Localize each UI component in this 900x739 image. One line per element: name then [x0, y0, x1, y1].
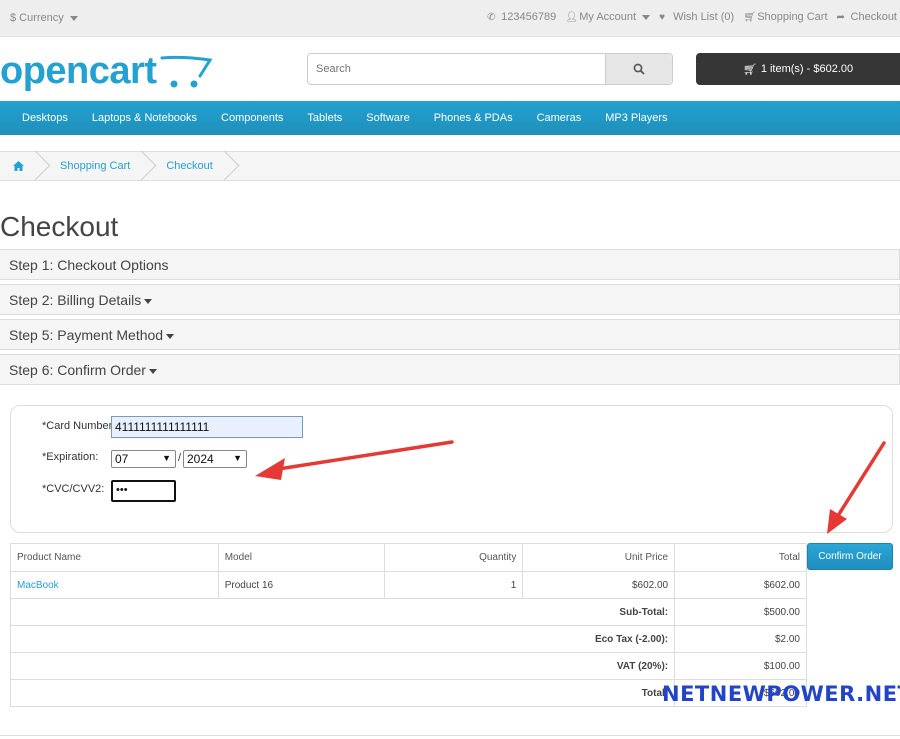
watermark: NETNEWPOWER.NET [662, 682, 900, 706]
phone-icon: ✆ [487, 11, 496, 23]
step-payment-method[interactable]: Step 5: Payment Method [0, 319, 900, 350]
top-bar: $ Currency ✆ 123456789 👤︎ My Account ♥ Wish… [0, 0, 900, 37]
expiration-separator: / [178, 452, 182, 464]
share-icon: ➦ [836, 11, 845, 23]
product-model: Product 16 [217, 571, 385, 599]
month-value: 07 [115, 452, 129, 466]
cart-button-label: 1 item(s) - $602.00 [760, 63, 854, 75]
search-box [307, 53, 673, 85]
search-button[interactable] [605, 54, 672, 84]
shopping-cart-link[interactable]: 🛒︎ Shopping Cart [743, 11, 827, 23]
col-quantity: Quantity [383, 543, 524, 572]
step-label: Step 6: Confirm Order [9, 362, 146, 378]
cart-icon: 🛒︎ [742, 63, 757, 76]
chevron-down-icon [148, 368, 157, 374]
breadcrumb-home[interactable] [0, 151, 38, 181]
step-label: Step 5: Payment Method [9, 327, 164, 343]
breadcrumb-shopping-cart[interactable]: Shopping Cart [38, 151, 144, 181]
col-total: Total [674, 543, 807, 572]
chevron-down-icon: ▼ [162, 453, 171, 463]
chevron-down-icon [166, 333, 175, 339]
totals-row: Sub-Total: $500.00 [9, 598, 807, 626]
product-price: $602.00 [522, 571, 676, 599]
vat-value: $100.00 [674, 652, 807, 680]
totals-row: Eco Tax (-2.00): $2.00 [9, 625, 807, 653]
expiration-year-select[interactable]: 2024 ▼ [183, 450, 247, 468]
subtotal-label: Sub-Total: [9, 598, 676, 626]
heart-icon: ♥ [659, 11, 665, 23]
currency-label: $ Currency [10, 12, 64, 24]
chevron-down-icon [642, 14, 651, 20]
menu-item-desktops[interactable]: Desktops [10, 101, 80, 134]
table-row: MacBook Product 16 1 $602.00 $602.00 [10, 571, 807, 599]
logo-cart-icon [160, 55, 212, 88]
chevron-down-icon [144, 298, 153, 304]
step-label: Step 1: Checkout Options [9, 257, 169, 273]
step-billing-details[interactable]: Step 2: Billing Details [0, 284, 900, 315]
step-checkout-options[interactable]: Step 1: Checkout Options [0, 249, 900, 280]
divider [0, 735, 900, 736]
subtotal-value: $500.00 [674, 598, 807, 626]
logo-text: opencart [0, 50, 157, 92]
step-label: Step 2: Billing Details [9, 292, 142, 308]
product-link[interactable]: MacBook [10, 571, 219, 599]
wishlist-link[interactable]: ♥ Wish List (0) [659, 11, 734, 23]
vat-label: VAT (20%): [9, 652, 676, 680]
search-input[interactable] [308, 54, 605, 84]
cart-label: Shopping Cart [757, 11, 828, 23]
total-label: Total: [9, 679, 676, 707]
year-value: 2024 [187, 452, 214, 466]
card-number-label: *Card Number: [42, 420, 116, 432]
menu-item-mp3[interactable]: MP3 Players [593, 101, 679, 134]
card-number-input[interactable]: 4111111111111111 [111, 416, 303, 438]
col-product-name: Product Name [10, 543, 219, 572]
my-account-link[interactable]: 👤︎ My Account [565, 11, 651, 23]
checkout-link[interactable]: ➦ Checkout [837, 11, 897, 23]
breadcrumb: Shopping Cart Checkout [0, 151, 900, 181]
account-label: My Account [579, 11, 637, 23]
col-unit-price: Unit Price [522, 543, 676, 572]
page-title: Checkout [0, 211, 119, 242]
home-icon [13, 161, 24, 171]
menu-item-tablets[interactable]: Tablets [295, 101, 354, 134]
cvc-input[interactable]: ••• [111, 480, 176, 502]
confirm-order-button[interactable]: Confirm Order [807, 543, 893, 570]
product-total: $602.00 [674, 571, 807, 599]
phone-link[interactable]: ✆ 123456789 [487, 11, 556, 23]
currency-dropdown[interactable]: $ Currency [10, 12, 78, 24]
ecotax-value: $2.00 [674, 625, 807, 653]
checkout-label: Checkout [850, 11, 897, 23]
phone-label: 123456789 [501, 11, 557, 23]
menu-item-components[interactable]: Components [209, 101, 295, 134]
product-qty: 1 [383, 571, 524, 599]
main-menu: Desktops Laptops & Notebooks Components … [0, 101, 900, 135]
user-icon: 👤︎ [565, 11, 578, 23]
step-confirm-order[interactable]: Step 6: Confirm Order [0, 354, 900, 385]
wishlist-label: Wish List (0) [673, 11, 735, 23]
chevron-down-icon [69, 15, 78, 21]
menu-item-software[interactable]: Software [354, 101, 421, 134]
menu-item-phones[interactable]: Phones & PDAs [422, 101, 525, 134]
cart-button[interactable]: 🛒︎ 1 item(s) - $602.00 [696, 53, 900, 85]
logo[interactable]: opencart [0, 50, 220, 96]
search-icon [633, 63, 645, 75]
chevron-down-icon: ▼ [233, 453, 242, 463]
table-header: Product Name Model Quantity Unit Price T… [10, 543, 807, 572]
breadcrumb-checkout[interactable]: Checkout [144, 151, 226, 181]
menu-item-cameras[interactable]: Cameras [525, 101, 594, 134]
cvc-label: *CVC/CVV2: [42, 483, 105, 495]
expiration-month-select[interactable]: 07 ▼ [111, 450, 176, 468]
expiration-label: *Expiration: [42, 451, 99, 463]
col-model: Model [217, 543, 385, 572]
menu-item-laptops[interactable]: Laptops & Notebooks [80, 101, 209, 134]
totals-row: VAT (20%): $100.00 [9, 652, 807, 680]
cart-icon: 🛒︎ [743, 11, 756, 23]
ecotax-label: Eco Tax (-2.00): [9, 625, 676, 653]
